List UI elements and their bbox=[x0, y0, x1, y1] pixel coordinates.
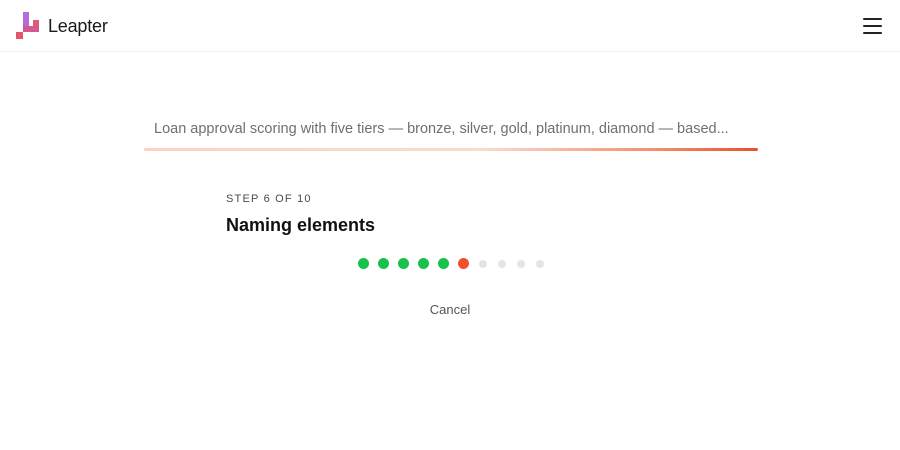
step-counter: STEP 6 OF 10 bbox=[226, 193, 312, 205]
step-title: Naming elements bbox=[226, 215, 376, 235]
brand-name: Leapter bbox=[48, 15, 108, 36]
step-dot-done bbox=[398, 258, 409, 269]
brand[interactable]: Leapter bbox=[16, 12, 108, 40]
page: Leapter Loan approval scoring with five … bbox=[0, 0, 900, 450]
step-dot-done bbox=[378, 258, 389, 269]
leapter-logo-icon bbox=[16, 12, 42, 40]
step-dot-todo bbox=[498, 259, 506, 268]
step-dot-done bbox=[418, 258, 429, 269]
step-dot-todo bbox=[536, 259, 544, 268]
prompt-display: Loan approval scoring with five tiers — … bbox=[144, 112, 758, 152]
hamburger-menu-icon[interactable] bbox=[863, 17, 882, 35]
step-progress-dots bbox=[358, 258, 554, 269]
prompt-progress-underline bbox=[144, 148, 758, 151]
step-dot-current bbox=[458, 258, 469, 269]
header-bar: Leapter bbox=[0, 0, 900, 52]
step-dot-done bbox=[358, 258, 369, 269]
cancel-container: Cancel bbox=[0, 302, 900, 317]
step-dot-todo bbox=[479, 259, 487, 268]
cancel-button[interactable]: Cancel bbox=[430, 302, 470, 317]
step-dot-todo bbox=[517, 259, 525, 268]
step-dot-done bbox=[438, 258, 449, 269]
prompt-text: Loan approval scoring with five tiers — … bbox=[154, 121, 729, 137]
